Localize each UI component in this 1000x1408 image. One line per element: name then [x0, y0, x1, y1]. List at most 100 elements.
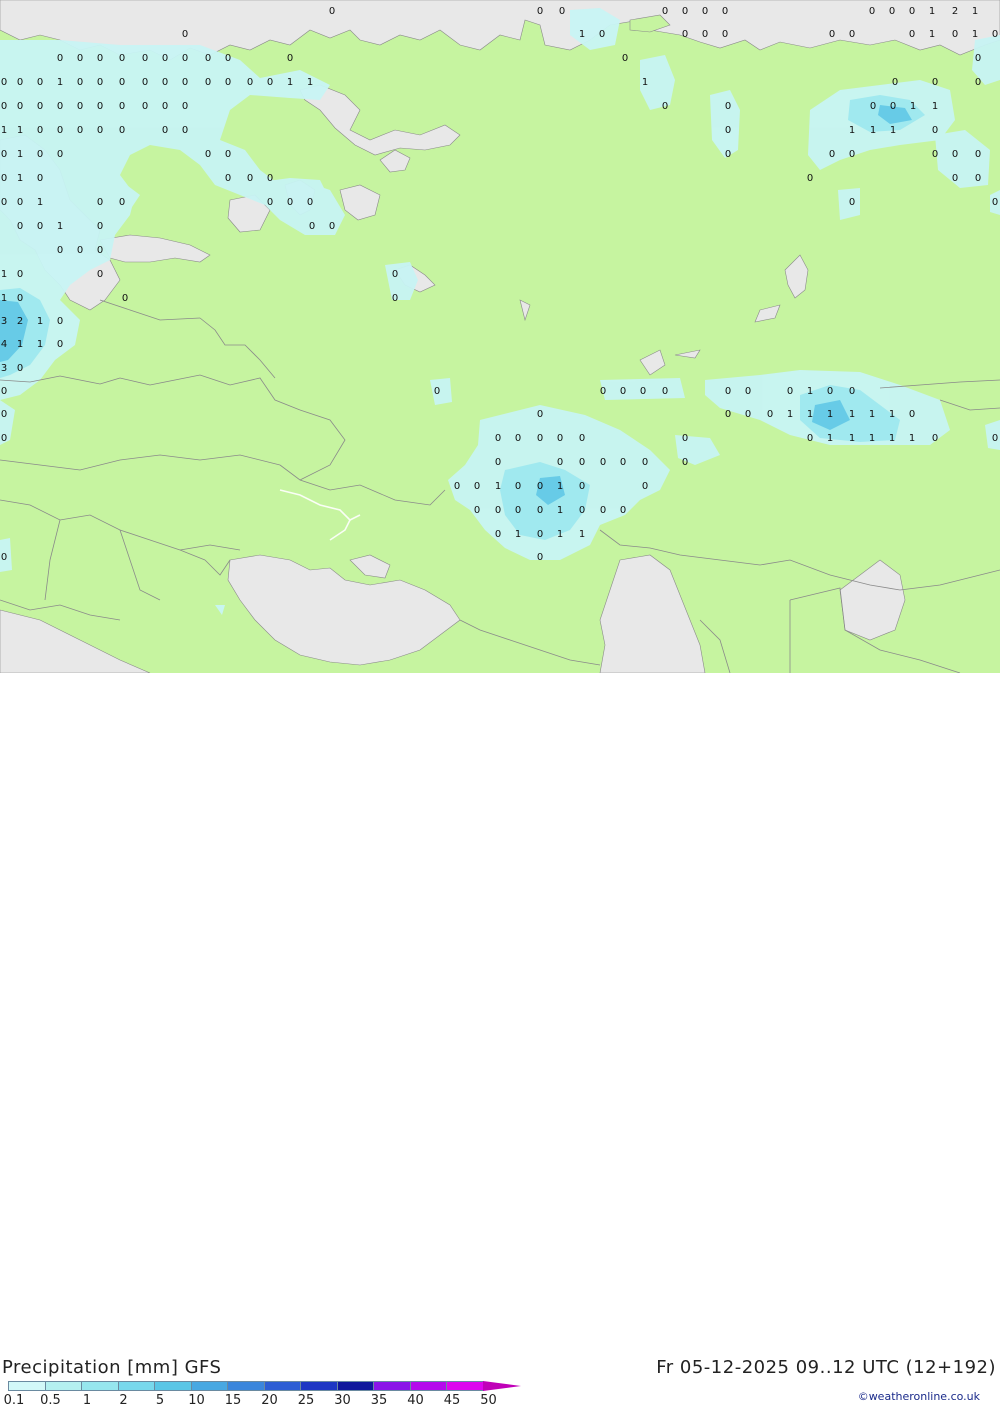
grid-value: 1	[929, 29, 935, 40]
grid-value: 0	[992, 433, 998, 444]
legend-label: 0.5	[40, 1393, 61, 1408]
grid-value: 0	[620, 457, 626, 468]
grid-value: 0	[97, 125, 103, 136]
grid-value: 0	[97, 101, 103, 112]
grid-value: 0	[662, 386, 668, 397]
legend-label: 25	[297, 1393, 315, 1408]
grid-value: 1	[17, 125, 23, 136]
legend-swatch	[227, 1381, 265, 1391]
grid-value: 0	[932, 433, 938, 444]
grid-value: 0	[495, 433, 501, 444]
grid-value: 0	[889, 6, 895, 17]
legend-label: 35	[370, 1393, 388, 1408]
grid-value: 0	[725, 409, 731, 420]
grid-value: 2	[952, 6, 958, 17]
grid-value: 0	[97, 77, 103, 88]
grid-value: 0	[77, 125, 83, 136]
grid-value: 0	[97, 221, 103, 232]
grid-value: 0	[642, 457, 648, 468]
grid-value: 0	[37, 101, 43, 112]
grid-value: 0	[975, 77, 981, 88]
legend-swatch	[190, 1381, 228, 1391]
grid-value: 0	[537, 505, 543, 516]
grid-value: 0	[37, 173, 43, 184]
grid-value: 0	[1, 552, 7, 563]
grid-value: 1	[57, 77, 63, 88]
grid-value: 1	[932, 101, 938, 112]
grid-value: 1	[579, 29, 585, 40]
grid-value: 0	[600, 386, 606, 397]
grid-value: 1	[869, 409, 875, 420]
grid-value: 1	[869, 433, 875, 444]
grid-value: 0	[182, 29, 188, 40]
grid-value: 0	[1, 173, 7, 184]
grid-value: 0	[247, 77, 253, 88]
grid-value: 0	[620, 386, 626, 397]
grid-value: 0	[37, 149, 43, 160]
legend-swatch	[8, 1381, 46, 1391]
grid-value: 0	[992, 197, 998, 208]
grid-value: 0	[57, 101, 63, 112]
grid-value: 1	[557, 481, 563, 492]
grid-value: 0	[17, 363, 23, 374]
grid-value: 0	[474, 481, 480, 492]
grid-value: 0	[142, 77, 148, 88]
grid-value: 0	[37, 125, 43, 136]
grid-value: 0	[474, 505, 480, 516]
grid-value: 1	[495, 481, 501, 492]
grid-value: 0	[142, 101, 148, 112]
grid-value: 0	[495, 529, 501, 540]
grid-value: 0	[579, 433, 585, 444]
grid-value: 0	[17, 221, 23, 232]
grid-value: 0	[267, 197, 273, 208]
grid-value: 0	[952, 29, 958, 40]
grid-value: 1	[827, 409, 833, 420]
grid-value: 0	[122, 293, 128, 304]
grid-value: 0	[205, 53, 211, 64]
grid-value: 0	[807, 433, 813, 444]
grid-value: 1	[972, 6, 978, 17]
legend-swatch	[154, 1381, 192, 1391]
grid-value: 0	[909, 29, 915, 40]
grid-value: 0	[57, 149, 63, 160]
grid-value: 0	[1, 101, 7, 112]
grid-value: 1	[1, 269, 7, 280]
legend-label: 45	[443, 1393, 461, 1408]
grid-value: 0	[57, 125, 63, 136]
grid-value: 0	[849, 386, 855, 397]
grid-value: 0	[620, 505, 626, 516]
legend-label: 15	[224, 1393, 242, 1408]
grid-value: 0	[579, 505, 585, 516]
grid-value: 0	[37, 221, 43, 232]
grid-value: 1	[557, 529, 563, 540]
grid-value: 0	[205, 77, 211, 88]
grid-value: 0	[952, 149, 958, 160]
grid-value: 2	[17, 316, 23, 327]
legend-label: 5	[155, 1393, 165, 1408]
grid-value: 1	[307, 77, 313, 88]
grid-value: 1	[557, 505, 563, 516]
grid-value: 0	[722, 6, 728, 17]
grid-value: 0	[909, 409, 915, 420]
grid-value: 0	[1, 409, 7, 420]
grid-value: 0	[870, 101, 876, 112]
grid-value: 0	[537, 552, 543, 563]
grid-value: 1	[909, 433, 915, 444]
grid-value: 0	[119, 77, 125, 88]
grid-value: 0	[725, 101, 731, 112]
grid-value: 0	[57, 316, 63, 327]
grid-value: 0	[787, 386, 793, 397]
grid-value: 1	[807, 409, 813, 420]
legend-swatch	[81, 1381, 119, 1391]
grid-value: 0	[57, 53, 63, 64]
grid-value: 0	[434, 386, 440, 397]
grid-value: 0	[722, 29, 728, 40]
credit-link[interactable]: ©weatheronline.co.uk	[858, 1390, 980, 1403]
legend-label: 40	[407, 1393, 424, 1408]
grid-value: 0	[1, 149, 7, 160]
grid-value: 0	[952, 173, 958, 184]
legend-swatch	[336, 1381, 374, 1391]
grid-value: 1	[890, 125, 896, 136]
grid-value: 0	[17, 197, 23, 208]
grid-value: 0	[182, 77, 188, 88]
